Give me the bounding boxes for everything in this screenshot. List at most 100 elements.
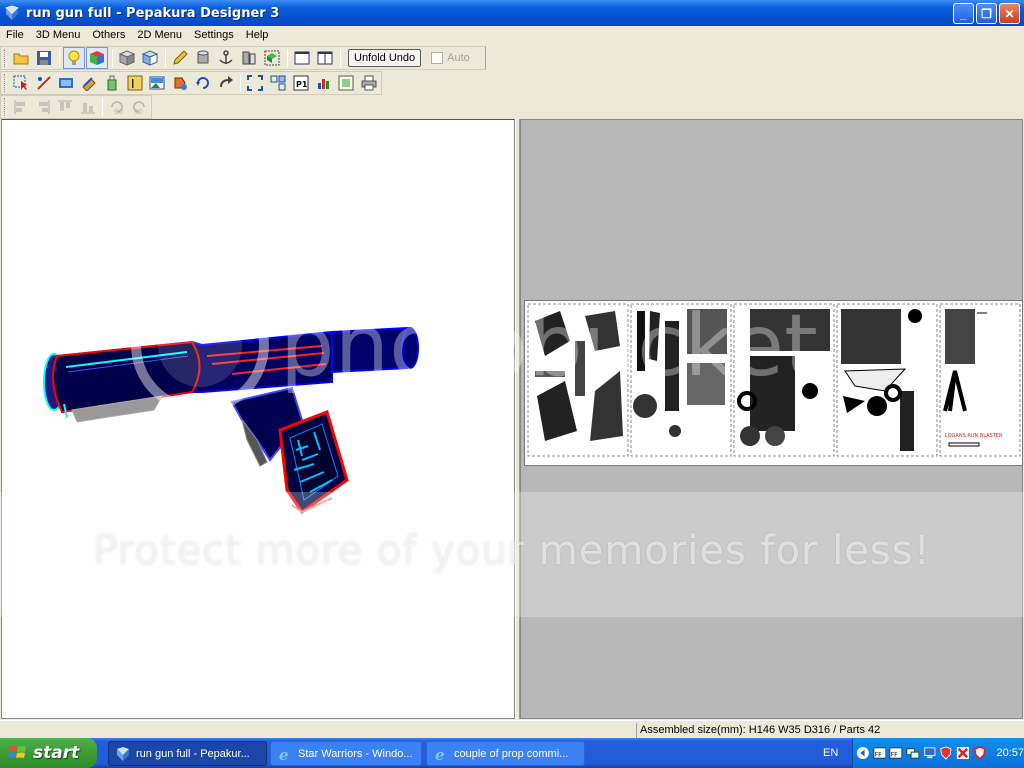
join-edge-button[interactable] [33,72,55,94]
task-star-warriors[interactable]: e Star Warriors - Windo... [270,741,422,766]
task-prop-commissions[interactable]: e couple of prop commi... [426,741,585,766]
3d-gun-model[interactable] [2,120,514,718]
close-button[interactable]: ✕ [999,3,1020,24]
image-button[interactable] [146,72,168,94]
toolbar-separator [240,74,242,92]
text-button[interactable]: I [124,72,146,94]
toolbar-separator [59,49,60,67]
join-edge-icon [36,76,51,90]
select-arrow-icon [13,75,27,90]
start-label: start [33,743,80,763]
3d-view-panel[interactable] [1,119,515,719]
color-cube-icon [90,51,104,65]
align-left-icon [14,100,25,114]
tray-shield-icon[interactable] [939,745,953,761]
window-controls: _ ❐ ✕ [953,3,1020,24]
folder-open-icon [13,53,29,65]
tray-expand-icon[interactable] [856,745,870,761]
rotate-right-90-button[interactable]: 90 [129,96,150,118]
anchor-icon [219,50,233,64]
menu-help[interactable]: Help [240,26,275,44]
system-tray: FF FF 20:57 [852,738,1024,768]
fit-page-button[interactable] [244,72,266,94]
toolbar-separator [102,98,104,116]
toolbar-grip[interactable] [4,98,7,116]
align-bottom-button[interactable] [77,96,98,118]
auto-checkbox-box[interactable] [431,52,444,64]
flat-cube-button[interactable] [139,47,161,69]
texture-toggle-button[interactable] [86,47,108,69]
menu-settings[interactable]: Settings [188,26,240,44]
tray-monitor-icon[interactable] [923,745,937,761]
redo-button[interactable] [215,72,237,94]
2d-pattern-sheet[interactable]: LOGANS RUN BLASTER [524,300,1023,466]
arrange-parts-button[interactable] [267,72,289,94]
align-left-button[interactable] [10,96,31,118]
language-indicator[interactable]: EN [823,738,838,768]
maximize-button[interactable]: ❐ [976,3,997,24]
select-tool-button[interactable] [10,72,32,94]
task-label: couple of prop commi... [454,747,569,760]
frame-corners-icon [247,75,264,91]
print-button[interactable] [358,72,380,94]
print-preview-icon [338,75,354,91]
pattern-icon [59,78,74,88]
auto-checkbox-label: Auto [447,52,470,64]
print-preview-button[interactable] [335,72,357,94]
glue-button[interactable] [101,72,123,94]
move-part-button[interactable] [169,72,191,94]
sheet-part-label: LOGANS RUN BLASTER [945,433,1003,439]
toolbar-separator [287,49,288,67]
select-part-button[interactable] [261,47,283,69]
floppy-disk-icon [37,51,51,65]
page-number-button[interactable]: P1 [290,72,312,94]
svg-text:e: e [279,746,289,762]
cylinder-button[interactable] [192,47,214,69]
split-view-button[interactable] [314,47,336,69]
2d-unfolded-parts[interactable]: LOGANS RUN BLASTER [525,301,1022,465]
single-view-button[interactable] [291,47,313,69]
toolbar-grip[interactable] [4,74,7,92]
internet-explorer-icon: e [435,746,445,762]
wireframe-cube-button[interactable] [116,47,138,69]
mirror-button[interactable] [238,47,260,69]
flap-button[interactable] [78,72,100,94]
status-bar: Assembled size(mm): H146 W35 D316 / Part… [0,720,1024,738]
align-top-button[interactable] [55,96,76,118]
auto-checkbox[interactable]: Auto [431,52,470,64]
light-toggle-button[interactable] [63,47,85,69]
rotate-left-90-button[interactable]: 90 [106,96,127,118]
tray-security-icon[interactable] [973,745,987,761]
edit-pencil-button[interactable] [169,47,191,69]
rotate-part-button[interactable] [192,72,214,94]
menu-file[interactable]: File [0,26,30,44]
minimize-button[interactable]: _ [953,3,974,24]
svg-text:P1: P1 [296,80,308,89]
tray-ffx2-icon[interactable]: FF [889,745,903,761]
anchor-button[interactable] [215,47,237,69]
toolbar-grip[interactable] [4,49,7,67]
start-button[interactable]: start [0,738,97,768]
windows-taskbar: start run gun full - Pepakur... e Star W… [0,738,1024,768]
svg-text:I: I [131,77,135,91]
tray-antivirus-icon[interactable] [956,745,970,761]
align-right-button[interactable] [32,96,53,118]
unfold-undo-button[interactable]: Unfold Undo [348,49,422,67]
page-settings-button[interactable] [313,72,335,94]
pattern-button[interactable] [55,72,77,94]
menu-bar: File 3D Menu Others 2D Menu Settings Hel… [0,26,1024,44]
rotate-arrow-icon [195,77,209,89]
menu-2d[interactable]: 2D Menu [131,26,188,44]
save-button[interactable] [33,47,55,69]
gray-cube-icon [119,50,135,66]
menu-others[interactable]: Others [86,26,131,44]
tray-network-icon[interactable] [906,745,920,761]
open-button[interactable] [10,47,32,69]
tray-ffx-icon[interactable]: FF [873,745,887,761]
menu-3d[interactable]: 3D Menu [30,26,87,44]
title-bar[interactable]: run gun full - Pepakura Designer 3 _ ❐ ✕ [0,0,1024,26]
mirror-icon [242,51,256,65]
blue-cube-icon [142,50,158,66]
taskbar-clock[interactable]: 20:57 [997,747,1024,759]
task-pepakura[interactable]: run gun full - Pepakur... [108,741,267,766]
